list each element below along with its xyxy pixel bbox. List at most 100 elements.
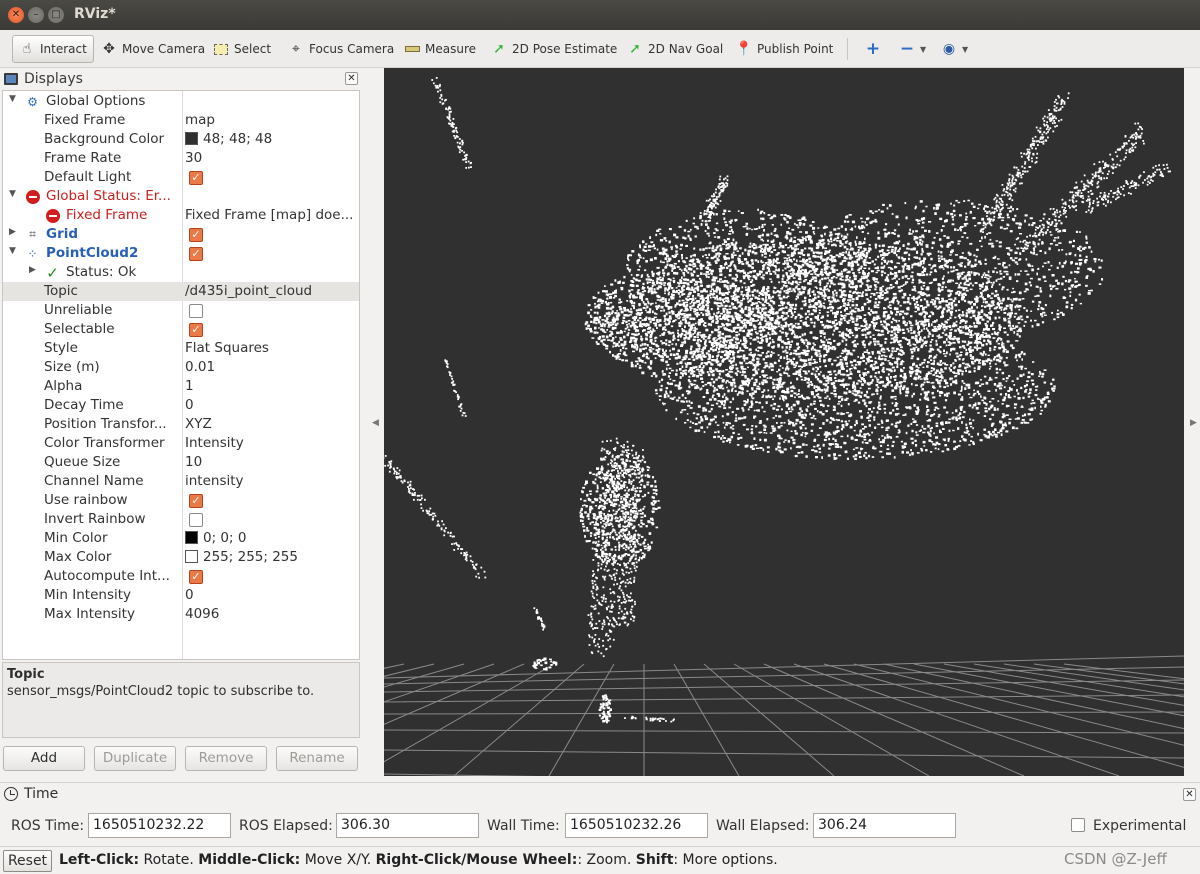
remove-tool-button[interactable]: − ▼ xyxy=(892,35,933,63)
tree-row-default-light[interactable]: Default Light ✓ xyxy=(3,168,359,187)
cloud-point xyxy=(859,374,861,377)
tree-row-selectable[interactable]: Selectable ✓ xyxy=(3,320,359,339)
tree-row-unreliable[interactable]: Unreliable xyxy=(3,301,359,320)
cloud-point xyxy=(907,300,910,303)
cloud-point xyxy=(820,403,823,406)
cloud-point xyxy=(1027,395,1031,398)
unreliable-checkbox[interactable] xyxy=(189,304,203,318)
2d-pose-estimate-tool-button[interactable]: ➚ 2D Pose Estimate xyxy=(484,35,624,63)
cloud-point xyxy=(647,249,651,251)
duplicate-display-button[interactable]: Duplicate xyxy=(94,746,176,771)
tree-row-status-ok[interactable]: ▶ ✓ Status: Ok xyxy=(3,263,359,282)
cloud-point xyxy=(943,386,947,389)
cloud-point xyxy=(820,335,822,337)
cloud-point xyxy=(887,426,890,429)
collapse-left-arrow-icon[interactable]: ◀ xyxy=(372,418,379,428)
selectable-checkbox[interactable]: ✓ xyxy=(189,323,203,337)
cloud-point xyxy=(788,358,790,360)
cloud-point xyxy=(891,366,895,369)
remove-display-button[interactable]: Remove xyxy=(185,746,267,771)
cloud-point xyxy=(960,286,964,289)
tree-row-fixed-frame-error[interactable]: Fixed Frame Fixed Frame [map] doe... xyxy=(3,206,359,225)
cloud-point xyxy=(766,266,770,270)
tree-row-decay-time[interactable]: Decay Time 0 xyxy=(3,396,359,415)
grid-enabled-checkbox[interactable]: ✓ xyxy=(189,228,203,242)
cloud-point xyxy=(846,271,849,274)
cloud-point xyxy=(995,367,999,371)
cloud-point xyxy=(734,267,737,270)
chevron-down-icon[interactable]: ▼ xyxy=(9,94,19,104)
cloud-point xyxy=(742,329,745,333)
cloud-point xyxy=(757,354,760,356)
invert-rainbow-checkbox[interactable] xyxy=(189,513,203,527)
tree-row-global-options[interactable]: ▼ ⚙ Global Options xyxy=(3,92,359,111)
cloud-point xyxy=(868,439,872,442)
cloud-point xyxy=(873,418,876,421)
tree-row-grid[interactable]: ▶ ⌗ Grid ✓ xyxy=(3,225,359,244)
select-tool-button[interactable]: Select xyxy=(206,35,278,63)
focus-camera-tool-button[interactable]: ⌖ Focus Camera xyxy=(281,35,401,63)
tree-row-pointcloud2[interactable]: ▼ ⁘ PointCloud2 ✓ xyxy=(3,244,359,263)
cloud-point xyxy=(880,349,883,352)
cloud-point xyxy=(641,274,644,277)
3d-viewport[interactable] xyxy=(384,68,1184,776)
cloud-point xyxy=(665,312,668,316)
pointcloud-enabled-checkbox[interactable]: ✓ xyxy=(189,247,203,261)
interact-tool-button[interactable]: ☝ Interact xyxy=(12,35,94,63)
add-display-button[interactable]: Add xyxy=(3,746,85,771)
publish-point-tool-button[interactable]: 📍 Publish Point xyxy=(729,35,840,63)
tree-row-frame-rate[interactable]: Frame Rate 30 xyxy=(3,149,359,168)
cloud-point xyxy=(684,397,687,400)
tree-row-color-transformer[interactable]: Color Transformer Intensity xyxy=(3,434,359,453)
cloud-point xyxy=(708,253,711,256)
displays-close-button[interactable]: ✕ xyxy=(345,72,358,85)
cloud-point xyxy=(808,257,812,260)
tree-row-min-color[interactable]: Min Color 0; 0; 0 xyxy=(3,529,359,548)
tree-row-background-color[interactable]: Background Color 48; 48; 48 xyxy=(3,130,359,149)
tree-row-min-intensity[interactable]: Min Intensity 0 xyxy=(3,586,359,605)
chevron-right-icon[interactable]: ▶ xyxy=(9,227,19,237)
tree-row-channel-name[interactable]: Channel Name intensity xyxy=(3,472,359,491)
cloud-point xyxy=(872,324,876,328)
cloud-point xyxy=(786,429,789,432)
tree-row-alpha[interactable]: Alpha 1 xyxy=(3,377,359,396)
tree-row-global-status[interactable]: ▼ Global Status: Er... xyxy=(3,187,359,206)
tree-row-topic[interactable]: Topic /d435i_point_cloud xyxy=(3,282,359,301)
cloud-point xyxy=(637,269,641,271)
rename-display-button[interactable]: Rename xyxy=(276,746,358,771)
chevron-right-icon[interactable]: ▶ xyxy=(29,265,39,275)
view-options-button[interactable]: ◉ ▼ xyxy=(934,35,975,63)
add-tool-button[interactable]: + xyxy=(858,35,888,63)
tree-row-max-intensity[interactable]: Max Intensity 4096 xyxy=(3,605,359,624)
collapse-right-arrow-icon[interactable]: ▶ xyxy=(1190,418,1197,428)
autocompute-checkbox[interactable]: ✓ xyxy=(189,570,203,584)
measure-tool-button[interactable]: Measure xyxy=(397,35,483,63)
maximize-window-button[interactable]: □ xyxy=(48,7,64,23)
default-light-checkbox[interactable]: ✓ xyxy=(189,171,203,185)
tree-row-max-color[interactable]: Max Color 255; 255; 255 xyxy=(3,548,359,567)
cloud-point xyxy=(785,323,788,326)
tree-row-invert-rainbow[interactable]: Invert Rainbow xyxy=(3,510,359,529)
chevron-down-icon[interactable]: ▼ xyxy=(9,189,19,199)
tree-row-fixed-frame[interactable]: Fixed Frame map xyxy=(3,111,359,130)
tree-row-use-rainbow[interactable]: Use rainbow ✓ xyxy=(3,491,359,510)
tree-row-queue-size[interactable]: Queue Size 10 xyxy=(3,453,359,472)
tree-row-autocompute-intensity[interactable]: Autocompute Int... ✓ xyxy=(3,567,359,586)
cloud-point xyxy=(1002,425,1004,428)
cloud-point xyxy=(763,432,766,434)
minimize-window-button[interactable]: – xyxy=(28,7,44,23)
cloud-point xyxy=(827,382,830,384)
use-rainbow-checkbox[interactable]: ✓ xyxy=(189,494,203,508)
cloud-point xyxy=(938,305,942,309)
cloud-point xyxy=(753,383,757,387)
cloud-point xyxy=(699,279,703,282)
tree-row-position-transformer[interactable]: Position Transfor... XYZ xyxy=(3,415,359,434)
2d-nav-goal-tool-button[interactable]: ➚ 2D Nav Goal xyxy=(620,35,730,63)
cloud-point xyxy=(587,304,591,307)
tree-row-style[interactable]: Style Flat Squares xyxy=(3,339,359,358)
chevron-down-icon[interactable]: ▼ xyxy=(9,246,19,256)
tree-row-size[interactable]: Size (m) 0.01 xyxy=(3,358,359,377)
cloud-point xyxy=(923,381,926,384)
move-camera-tool-button[interactable]: ✥ Move Camera xyxy=(94,35,212,63)
close-window-button[interactable]: ✕ xyxy=(8,7,24,23)
